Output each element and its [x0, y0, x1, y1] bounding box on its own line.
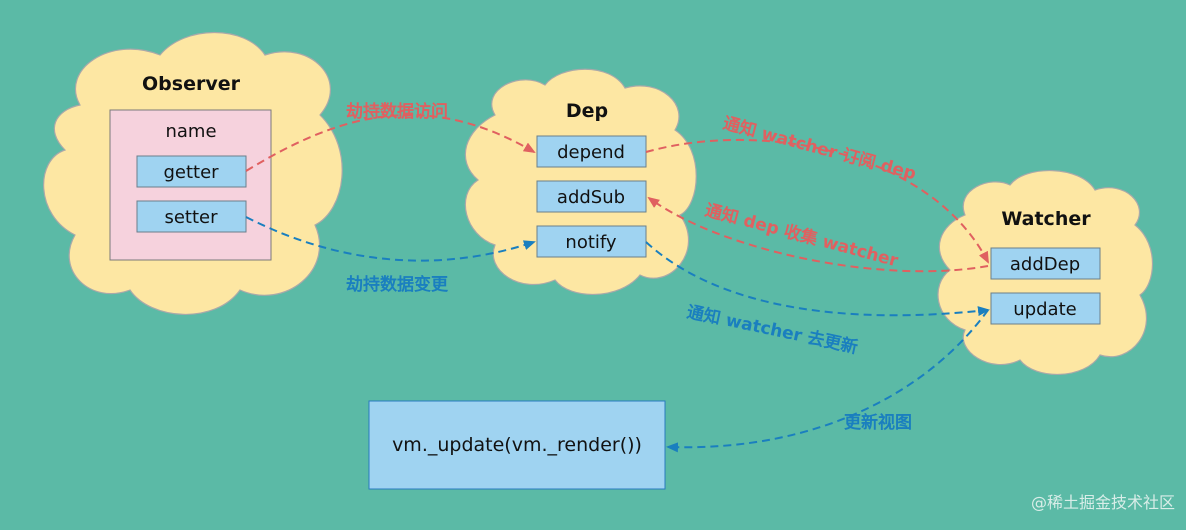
dep-title: Dep	[566, 100, 608, 122]
observer-group-label: name	[165, 121, 216, 142]
adddep-label: addDep	[1010, 254, 1080, 275]
edge-label-adddep-to-addsub: 通知 dep 收集 watcher	[703, 200, 901, 272]
depend-label: depend	[557, 142, 625, 163]
edge-label-notify-to-update: 通知 watcher 去更新	[685, 301, 860, 358]
watermark: @稀土掘金技术社区	[1031, 493, 1175, 512]
observer-title: Observer	[142, 73, 241, 95]
notify-label: notify	[565, 232, 617, 253]
addsub-label: addSub	[557, 187, 625, 208]
update-label: update	[1013, 299, 1076, 320]
edge-label-setter-to-notify: 劫持数据变更	[346, 274, 449, 295]
getter-label: getter	[163, 162, 219, 183]
render-box-label: vm._update(vm._render())	[392, 434, 642, 456]
edge-label-update-to-render: 更新视图	[844, 412, 912, 433]
edge-update-to-render	[666, 309, 989, 453]
edge-label-depend-to-adddep: 通知 watcher 订阅 dep	[721, 113, 919, 185]
diagram-canvas: Observer name getter setter Dep depend a…	[43, 31, 1175, 512]
watcher-title: Watcher	[1001, 208, 1091, 230]
edge-label-getter-to-depend: 劫持数据访问	[346, 101, 448, 122]
setter-label: setter	[164, 207, 218, 228]
